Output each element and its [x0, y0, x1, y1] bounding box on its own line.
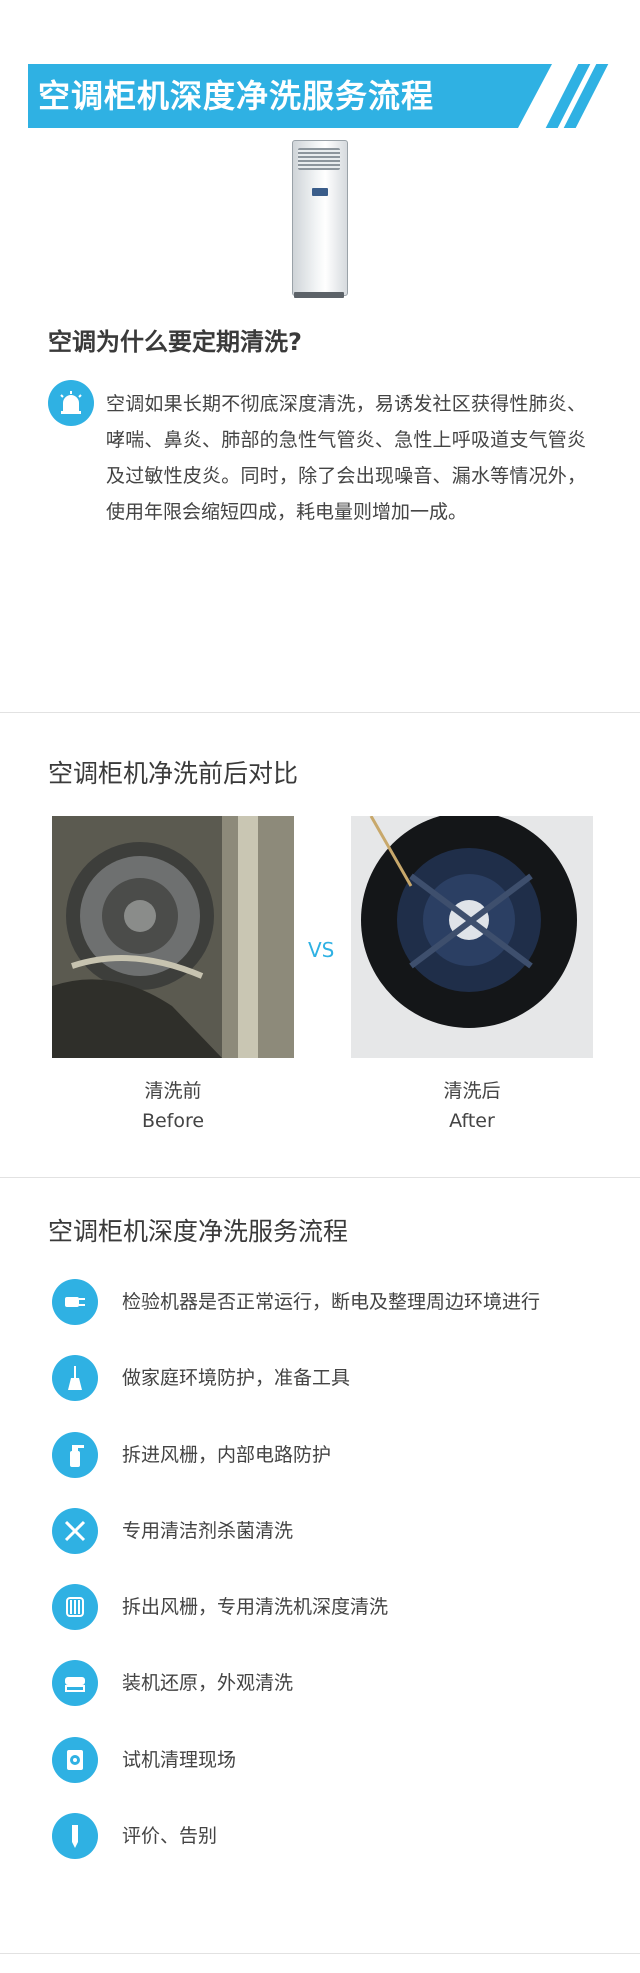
ac-display — [312, 188, 328, 196]
before-photo — [52, 816, 294, 1058]
broom-icon — [52, 1355, 98, 1401]
after-caption: 清洗后 After — [351, 1076, 593, 1136]
step-item: 试机清理现场 — [122, 1749, 237, 1771]
after-label-cn: 清洗后 — [443, 1080, 501, 1102]
title-banner: 空调柜机深度净洗服务流程 — [28, 64, 609, 128]
after-photo — [351, 816, 593, 1058]
step-item: 检验机器是否正常运行，断电及整理周边环境进行 — [122, 1291, 541, 1313]
compare-heading: 空调柜机净洗前后对比 — [48, 759, 299, 788]
after-label-en: After — [449, 1110, 495, 1132]
step-item: 拆出风栅，专用清洗机深度清洗 — [122, 1596, 389, 1618]
vs-label: VS — [308, 938, 335, 962]
why-paragraph: 空调如果长期不彻底深度清洗，易诱发社区获得性肺炎、哮喘、鼻炎、肺部的急性气管炎、… — [106, 393, 586, 523]
process-heading: 空调柜机深度净洗服务流程 — [48, 1217, 349, 1246]
pen-icon — [52, 1813, 98, 1859]
step-item: 评价、告别 — [122, 1825, 218, 1847]
power-plug-icon — [52, 1279, 98, 1325]
before-label-en: Before — [141, 1110, 205, 1132]
step-item: 拆进风栅，内部电路防护 — [122, 1444, 332, 1466]
intro-panel: 空调柜机深度净洗服务流程 空调为什么要定期清洗? 空调如果长期不彻底深度清洗，易… — [0, 0, 640, 712]
banner-title: 空调柜机深度净洗服务流程 — [38, 77, 435, 115]
before-label-cn: 清洗前 — [144, 1080, 202, 1102]
alarm-icon — [48, 380, 94, 426]
step-item: 装机还原，外观清洗 — [122, 1672, 294, 1694]
disk-check-icon — [52, 1737, 98, 1783]
before-caption: 清洗前 Before — [52, 1076, 294, 1136]
cleaning-brush-icon — [52, 1660, 98, 1706]
step-item: 专用清洁剂杀菌清洗 — [122, 1520, 294, 1542]
air-conditioner-image — [292, 140, 348, 300]
step-item: 做家庭环境防护，准备工具 — [122, 1367, 351, 1389]
spray-bottle-icon — [52, 1432, 98, 1478]
filter-coil-icon — [52, 1584, 98, 1630]
ac-grill — [298, 148, 340, 170]
wrench-screwdriver-icon — [52, 1508, 98, 1554]
divider — [0, 1953, 640, 1954]
ac-base — [294, 292, 344, 298]
why-heading: 空调为什么要定期清洗? — [48, 328, 302, 356]
